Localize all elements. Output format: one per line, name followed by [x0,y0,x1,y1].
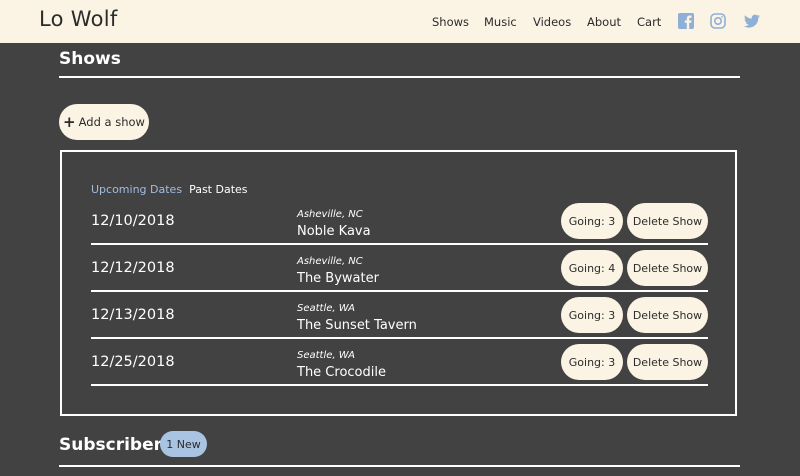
going-count-button[interactable]: Going: 3 [561,297,623,333]
nav-about[interactable]: About [587,15,621,29]
nav-shows[interactable]: Shows [432,15,469,29]
plus-icon: + [63,112,76,131]
twitter-icon[interactable] [743,12,761,30]
brand-logo[interactable]: Lo Wolf [39,7,118,31]
show-venue: Noble Kava [297,224,371,239]
row-divider [91,384,708,386]
show-venue: The Sunset Tavern [297,318,417,333]
show-location: Seattle, WA [297,303,355,314]
delete-show-button[interactable]: Delete Show [627,344,708,380]
delete-show-button[interactable]: Delete Show [627,203,708,239]
show-location: Seattle, WA [297,350,355,361]
new-subscribers-badge[interactable]: 1 New [160,431,207,457]
show-date: 12/25/2018 [91,354,175,370]
show-venue: The Crocodile [297,365,386,380]
show-row: 12/10/2018 Asheville, NC Noble Kava Goin… [91,203,708,252]
delete-show-button[interactable]: Delete Show [627,250,708,286]
facebook-icon[interactable] [677,12,695,30]
show-row: 12/25/2018 Seattle, WA The Crocodile Goi… [91,344,708,393]
show-location: Asheville, NC [297,209,363,220]
top-navbar: Lo Wolf Shows Music Videos About Cart [0,0,800,43]
subscribers-divider [59,465,740,467]
going-count-button[interactable]: Going: 3 [561,344,623,380]
show-date: 12/13/2018 [91,307,175,323]
row-divider [91,290,708,292]
delete-show-button[interactable]: Delete Show [627,297,708,333]
nav-music[interactable]: Music [484,15,517,29]
add-show-label: Add a show [78,115,145,129]
show-venue: The Bywater [297,271,379,286]
show-date: 12/10/2018 [91,213,175,229]
nav-videos[interactable]: Videos [533,15,571,29]
row-divider [91,337,708,339]
shows-divider [59,76,740,78]
show-row: 12/13/2018 Seattle, WA The Sunset Tavern… [91,297,708,346]
show-date: 12/12/2018 [91,260,175,276]
show-row: 12/12/2018 Asheville, NC The Bywater Goi… [91,250,708,299]
subscribers-title: Subscribers [59,435,173,455]
shows-title: Shows [59,49,121,69]
nav-cart[interactable]: Cart [637,15,661,29]
row-divider [91,243,708,245]
going-count-button[interactable]: Going: 4 [561,250,623,286]
add-show-button[interactable]: + Add a show [59,104,149,140]
tab-past-dates[interactable]: Past Dates [189,183,247,196]
instagram-icon[interactable] [709,12,727,30]
going-count-button[interactable]: Going: 3 [561,203,623,239]
show-location: Asheville, NC [297,256,363,267]
tab-upcoming-dates[interactable]: Upcoming Dates [91,183,182,196]
show-tabs: Upcoming Dates Past Dates [91,183,248,196]
